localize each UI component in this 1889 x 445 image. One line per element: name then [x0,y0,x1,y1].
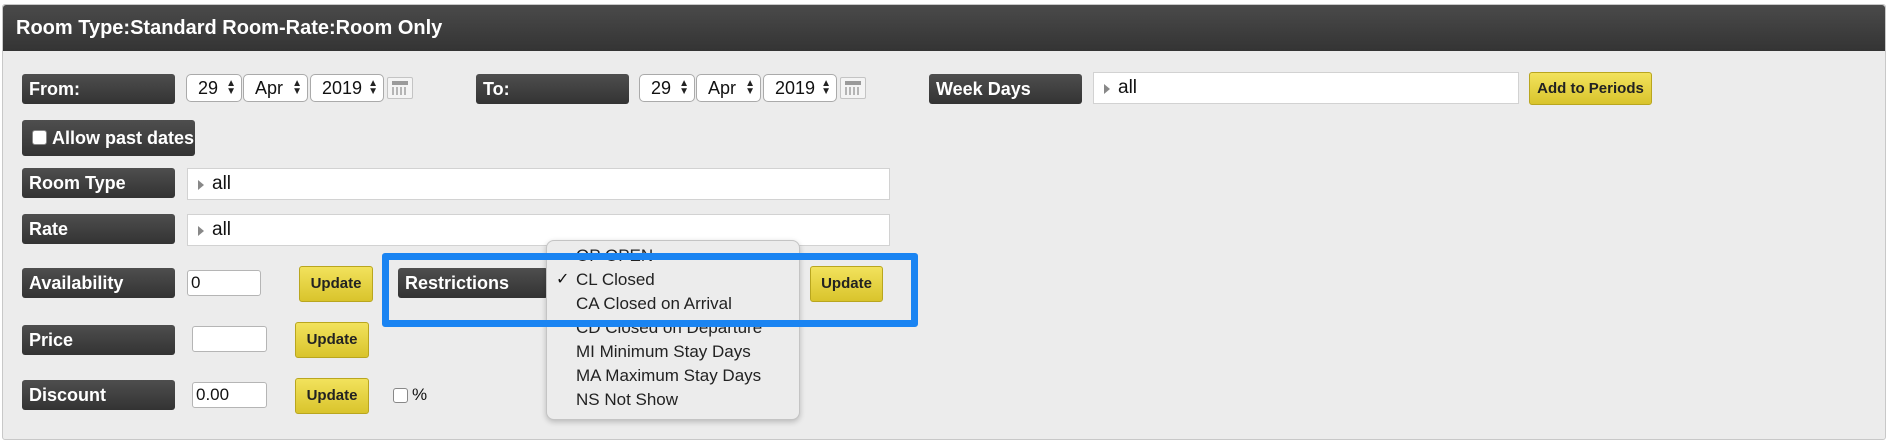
percent-label: % [412,385,428,404]
stepper-arrows-icon: ▲ ▼ [226,78,236,97]
stepper-arrows-icon: ▲ ▼ [292,78,302,97]
to-day-value: 29 [651,78,672,98]
restrictions-label: Restrictions [398,268,548,298]
expand-triangle-icon [1104,84,1110,94]
week-days-value: all [1118,77,1138,98]
stepper-arrows-icon: ▲ ▼ [368,78,378,97]
restriction-option-cl[interactable]: CL Closed [576,270,655,290]
from-day-value: 29 [198,78,219,98]
restrictions-dropdown[interactable]: OP OPEN ✓ CL Closed CA Closed on Arrival… [546,240,800,420]
discount-percent-checkbox[interactable] [393,388,408,403]
restriction-option-ca[interactable]: CA Closed on Arrival [576,294,732,314]
stepper-arrows-icon: ▲ ▼ [745,78,755,97]
add-to-periods-button[interactable]: Add to Periods [1529,72,1652,105]
price-update-button[interactable]: Update [295,322,369,358]
to-day-select[interactable]: 29 ▲ ▼ [639,74,695,102]
stepper-arrows-icon: ▲ ▼ [679,78,689,97]
stepper-arrows-icon: ▲ ▼ [821,78,831,97]
restriction-option-ma[interactable]: MA Maximum Stay Days [576,366,761,386]
to-month-select[interactable]: Apr ▲ ▼ [696,74,761,102]
price-label: Price [22,325,175,355]
restriction-option-ns[interactable]: NS Not Show [576,390,678,410]
from-month-value: Apr [255,78,284,98]
room-type-value: all [212,173,232,194]
from-label: From: [22,74,175,104]
from-month-select[interactable]: Apr ▲ ▼ [243,74,308,102]
allow-past-dates-label: Allow past dates [52,128,195,148]
rate-label: Rate [22,214,175,244]
availability-input[interactable]: 0 [187,270,261,296]
expand-triangle-icon [198,226,204,236]
to-year-value: 2019 [775,78,816,98]
to-year-select[interactable]: 2019 ▲ ▼ [763,74,837,102]
restrictions-update-button[interactable]: Update [810,266,883,302]
allow-past-dates-checkbox[interactable] [32,130,47,145]
discount-update-button[interactable]: Update [295,378,369,414]
availability-update-button[interactable]: Update [299,266,373,302]
rate-value: all [212,219,232,240]
availability-label: Availability [22,268,175,298]
week-days-label: Week Days [929,74,1082,104]
expand-triangle-icon [198,180,204,190]
allow-past-dates-toggle[interactable]: Allow past dates [22,120,195,156]
to-label: To: [476,74,629,104]
calendar-icon[interactable] [840,77,866,99]
room-type-select[interactable]: all [187,168,890,200]
week-days-select[interactable]: all [1093,72,1519,104]
panel-title: Room Type:Standard Room-Rate:Room Only [3,5,1885,51]
discount-input[interactable]: 0.00 [192,382,267,408]
discount-label: Discount [22,380,175,410]
restriction-option-mi[interactable]: MI Minimum Stay Days [576,342,751,362]
to-month-value: Apr [708,78,737,98]
from-day-select[interactable]: 29 ▲ ▼ [186,74,242,102]
restriction-option-cd[interactable]: CD Closed on Departure [576,318,762,338]
calendar-icon[interactable] [387,77,413,99]
room-type-label: Room Type [22,168,175,198]
price-input[interactable] [192,326,267,352]
from-year-select[interactable]: 2019 ▲ ▼ [310,74,384,102]
checkmark-icon: ✓ [556,271,570,288]
from-year-value: 2019 [322,78,363,98]
restriction-option-op[interactable]: OP OPEN [576,246,653,266]
